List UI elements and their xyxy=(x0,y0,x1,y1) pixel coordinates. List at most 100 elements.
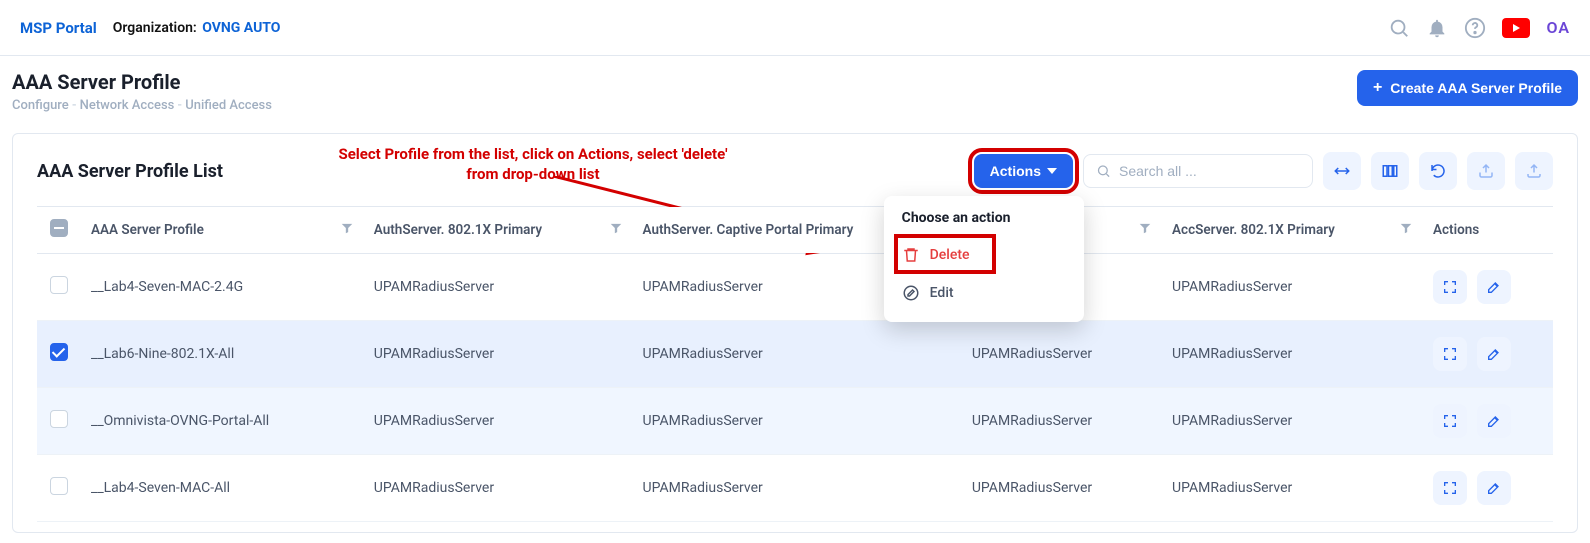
edit-icon xyxy=(1486,279,1502,295)
expand-icon xyxy=(1442,480,1458,496)
create-button-label: Create AAA Server Profile xyxy=(1390,80,1562,96)
table-row: __Lab6-Nine-802.1X-AllUPAMRadiusServerUP… xyxy=(37,321,1553,388)
row-edit-button[interactable] xyxy=(1477,270,1511,304)
col-header-acc-8021x[interactable]: AccServer. 802.1X Primary xyxy=(1162,207,1423,254)
cell-acc_8021x: UPAMRadiusServer xyxy=(1162,254,1423,321)
search-icon xyxy=(1096,163,1111,179)
row-view-button[interactable] xyxy=(1433,270,1467,304)
table-row: __Lab4-Seven-MAC-2.4GUPAMRadiusServerUPA… xyxy=(37,254,1553,321)
row-checkbox[interactable] xyxy=(50,276,68,294)
cell-profile: __Omnivista-OVNG-Portal-All xyxy=(81,388,364,455)
expand-icon xyxy=(1442,346,1458,362)
dropdown-item-label: Edit xyxy=(930,285,954,301)
cell-auth_byod: UPAMRadiusServer xyxy=(962,388,1162,455)
select-all-checkbox[interactable] xyxy=(50,219,68,237)
cell-auth_8021x: UPAMRadiusServer xyxy=(364,388,633,455)
cell-auth_captive: UPAMRadiusServer xyxy=(633,388,962,455)
edit-icon xyxy=(1486,480,1502,496)
cell-actions xyxy=(1423,455,1553,522)
table-row: __Lab4-Seven-MAC-AllUPAMRadiusServerUPAM… xyxy=(37,455,1553,522)
col-header-actions: Actions xyxy=(1423,207,1553,254)
refresh-button[interactable] xyxy=(1419,152,1457,190)
avatar[interactable]: OA xyxy=(1546,18,1570,37)
actions-button[interactable]: Actions xyxy=(974,154,1073,188)
filter-icon[interactable] xyxy=(609,221,623,239)
arrows-horizontal-icon xyxy=(1333,162,1351,180)
breadcrumb-item[interactable]: Network Access xyxy=(80,98,186,113)
cell-acc_8021x: UPAMRadiusServer xyxy=(1162,388,1423,455)
col-header-auth-8021x[interactable]: AuthServer. 802.1X Primary xyxy=(364,207,633,254)
cell-auth_captive: UPAMRadiusServer xyxy=(633,321,962,388)
export-icon xyxy=(1477,162,1495,180)
portal-link[interactable]: MSP Portal xyxy=(20,19,97,37)
profile-list-card: AAA Server Profile List Select Profile f… xyxy=(12,133,1578,533)
actions-button-label: Actions xyxy=(990,163,1041,179)
resize-columns-button[interactable] xyxy=(1323,152,1361,190)
topbar: MSP Portal Organization: OVNG AUTO OA xyxy=(0,0,1590,56)
profile-table: AAA Server Profile AuthServer. 802.1X Pr… xyxy=(37,206,1553,522)
dropdown-item-delete[interactable]: Delete xyxy=(884,236,1084,274)
plus-icon: + xyxy=(1373,80,1382,96)
dropdown-item-label: Delete xyxy=(930,247,970,263)
search-wrap[interactable] xyxy=(1083,154,1313,188)
cell-auth_8021x: UPAMRadiusServer xyxy=(364,254,633,321)
actions-dropdown: Choose an action Delete Edit xyxy=(884,196,1084,322)
chevron-down-icon xyxy=(1047,168,1057,174)
cell-acc_8021x: UPAMRadiusServer xyxy=(1162,321,1423,388)
row-view-button[interactable] xyxy=(1433,471,1467,505)
columns-button[interactable] xyxy=(1371,152,1409,190)
help-icon[interactable] xyxy=(1464,17,1486,39)
row-edit-button[interactable] xyxy=(1477,471,1511,505)
dropdown-title: Choose an action xyxy=(884,210,1084,236)
cell-auth_byod: UPAMRadiusServer xyxy=(962,455,1162,522)
row-checkbox[interactable] xyxy=(50,477,68,495)
org-name-link[interactable]: OVNG AUTO xyxy=(202,20,280,36)
cell-auth_8021x: UPAMRadiusServer xyxy=(364,321,633,388)
cell-auth_8021x: UPAMRadiusServer xyxy=(364,455,633,522)
row-checkbox[interactable] xyxy=(50,343,68,361)
columns-icon xyxy=(1381,162,1399,180)
breadcrumb-item[interactable]: Configure xyxy=(12,98,80,113)
expand-icon xyxy=(1442,413,1458,429)
search-icon[interactable] xyxy=(1388,17,1410,39)
export-button[interactable] xyxy=(1467,152,1505,190)
upload-button[interactable] xyxy=(1515,152,1553,190)
cell-profile: __Lab4-Seven-MAC-All xyxy=(81,455,364,522)
cell-actions xyxy=(1423,254,1553,321)
filter-icon[interactable] xyxy=(1138,221,1152,239)
cell-profile: __Lab6-Nine-802.1X-All xyxy=(81,321,364,388)
bell-icon[interactable] xyxy=(1426,17,1448,39)
row-view-button[interactable] xyxy=(1433,404,1467,438)
table-row: __Omnivista-OVNG-Portal-AllUPAMRadiusSer… xyxy=(37,388,1553,455)
edit-icon xyxy=(1486,413,1502,429)
cell-profile: __Lab4-Seven-MAC-2.4G xyxy=(81,254,364,321)
refresh-icon xyxy=(1429,162,1447,180)
list-title: AAA Server Profile List xyxy=(37,161,223,182)
expand-icon xyxy=(1442,279,1458,295)
filter-icon[interactable] xyxy=(1399,221,1413,239)
org-label: Organization: xyxy=(113,20,197,36)
page-header: AAA Server Profile Configure Network Acc… xyxy=(0,56,1590,123)
row-edit-button[interactable] xyxy=(1477,337,1511,371)
row-view-button[interactable] xyxy=(1433,337,1467,371)
col-header-profile[interactable]: AAA Server Profile xyxy=(81,207,364,254)
cell-actions xyxy=(1423,321,1553,388)
filter-icon[interactable] xyxy=(340,221,354,239)
cell-actions xyxy=(1423,388,1553,455)
cell-auth_byod: UPAMRadiusServer xyxy=(962,321,1162,388)
breadcrumb-item[interactable]: Unified Access xyxy=(185,98,272,113)
dropdown-item-edit[interactable]: Edit xyxy=(884,274,1084,312)
upload-icon xyxy=(1525,162,1543,180)
annotation-text: Select Profile from the list, click on A… xyxy=(283,144,783,185)
edit-icon xyxy=(1486,346,1502,362)
search-input[interactable] xyxy=(1119,163,1300,179)
page-title: AAA Server Profile xyxy=(12,70,272,94)
edit-icon xyxy=(902,284,920,302)
row-checkbox[interactable] xyxy=(50,410,68,428)
trash-icon xyxy=(902,246,920,264)
cell-acc_8021x: UPAMRadiusServer xyxy=(1162,455,1423,522)
breadcrumb: Configure Network Access Unified Access xyxy=(12,98,272,113)
youtube-icon[interactable] xyxy=(1502,18,1530,38)
create-profile-button[interactable]: + Create AAA Server Profile xyxy=(1357,70,1578,106)
row-edit-button[interactable] xyxy=(1477,404,1511,438)
